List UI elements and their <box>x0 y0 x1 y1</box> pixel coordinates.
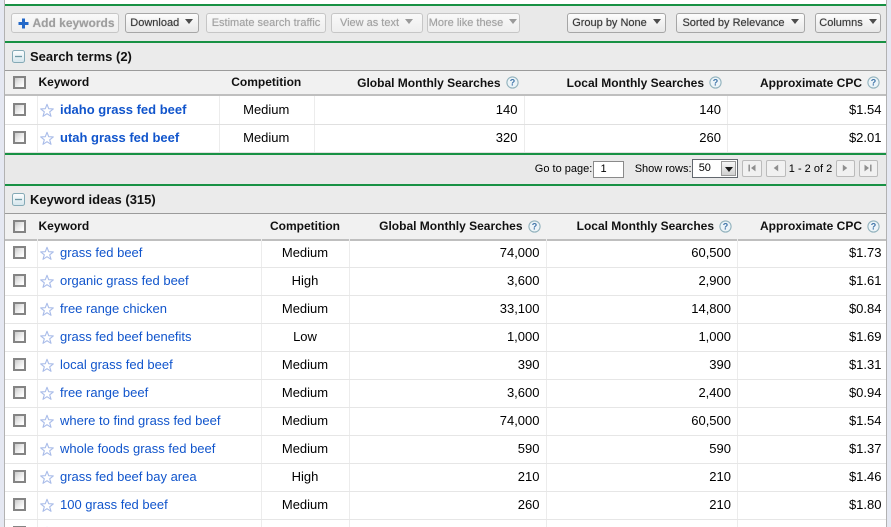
svg-text:?: ? <box>871 221 877 231</box>
svg-text:?: ? <box>871 78 877 88</box>
svg-text:?: ? <box>531 221 537 231</box>
svg-text:?: ? <box>713 78 719 88</box>
svg-text:?: ? <box>509 78 515 88</box>
svg-text:?: ? <box>723 221 729 231</box>
